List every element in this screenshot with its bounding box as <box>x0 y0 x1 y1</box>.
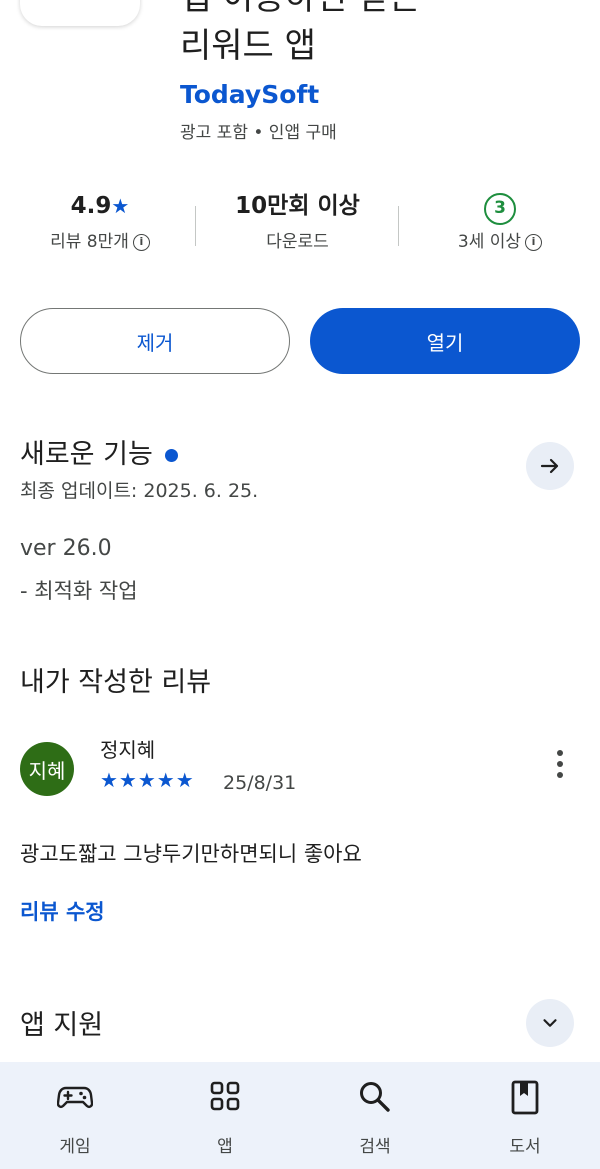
info-icon[interactable]: i <box>525 233 543 251</box>
rating-stat[interactable]: 4.9★ 리뷰 8만개 i <box>20 186 180 262</box>
last-updated: 최종 업데이트: 2025. 6. 25. <box>20 480 259 502</box>
developer-link[interactable]: TodaySoft <box>180 80 319 109</box>
nav-label-books: 도서 <box>509 1137 541 1157</box>
age-rating-icon: 3 <box>484 193 516 225</box>
review-date: 25/8/31 <box>223 772 297 794</box>
info-icon[interactable]: i <box>132 233 150 251</box>
app-icon <box>20 0 140 26</box>
nav-item-search[interactable]: 검색 <box>300 1062 450 1169</box>
app-tags: 광고 포함 • 인앱 구매 <box>180 123 337 143</box>
edit-review-link[interactable]: 리뷰 수정 <box>20 896 105 926</box>
nav-item-games[interactable]: 게임 <box>0 1062 150 1169</box>
app-title: 리워드 앱 <box>180 26 316 66</box>
avatar: 지혜 <box>20 742 74 796</box>
app-support-title: 앱 지원 <box>20 1010 104 1041</box>
review-stars: ★★★★★ <box>100 768 195 792</box>
downloads-label: 다운로드 <box>266 232 329 252</box>
reviewer-name: 정지혜 <box>100 738 156 762</box>
more-options-icon[interactable] <box>548 750 572 786</box>
new-indicator-dot <box>164 449 178 462</box>
version-text: ver 26.0 <box>20 536 112 561</box>
my-review-title: 내가 작성한 리뷰 <box>20 667 212 698</box>
divider <box>398 206 399 246</box>
open-button[interactable]: 열기 <box>310 308 580 374</box>
divider <box>195 206 196 246</box>
stats-row: 4.9★ 리뷰 8만개 i 10만회 이상 다운로드 3 3세 이상 i <box>0 186 600 262</box>
nav-item-books[interactable]: 도서 <box>450 1062 600 1169</box>
downloads-value: 10만회 이상 <box>235 193 360 219</box>
apps-grid-icon <box>209 1080 241 1116</box>
whats-new-header[interactable]: 새로운 기능 <box>20 432 178 471</box>
app-title-line1: 앱 이용하면 받는 <box>180 0 421 22</box>
nav-label-search: 검색 <box>359 1137 391 1157</box>
search-icon <box>358 1080 392 1118</box>
remove-button[interactable]: 제거 <box>20 308 290 374</box>
star-icon: ★ <box>111 194 130 218</box>
bottom-navigation: 게임 앱 검색 도서 <box>0 1062 600 1169</box>
chevron-down-icon[interactable] <box>526 999 574 1047</box>
gamepad-icon <box>56 1080 94 1116</box>
downloads-stat: 10만회 이상 다운로드 <box>210 186 385 262</box>
age-stat[interactable]: 3 3세 이상 i <box>420 186 580 262</box>
nav-label-apps: 앱 <box>217 1137 233 1157</box>
nav-item-apps[interactable]: 앱 <box>150 1062 300 1169</box>
book-icon <box>510 1080 540 1120</box>
nav-label-games: 게임 <box>59 1137 91 1157</box>
release-notes: - 최적화 작업 <box>20 579 138 603</box>
arrow-right-icon[interactable] <box>526 442 574 490</box>
age-label: 3세 이상 <box>457 232 522 252</box>
review-count: 리뷰 8만개 <box>50 232 129 252</box>
review-text: 광고도짧고 그냥두기만하면되니 좋아요 <box>20 842 362 866</box>
whats-new-title: 새로운 기능 <box>20 439 153 470</box>
rating-value: 4.9 <box>70 193 112 219</box>
